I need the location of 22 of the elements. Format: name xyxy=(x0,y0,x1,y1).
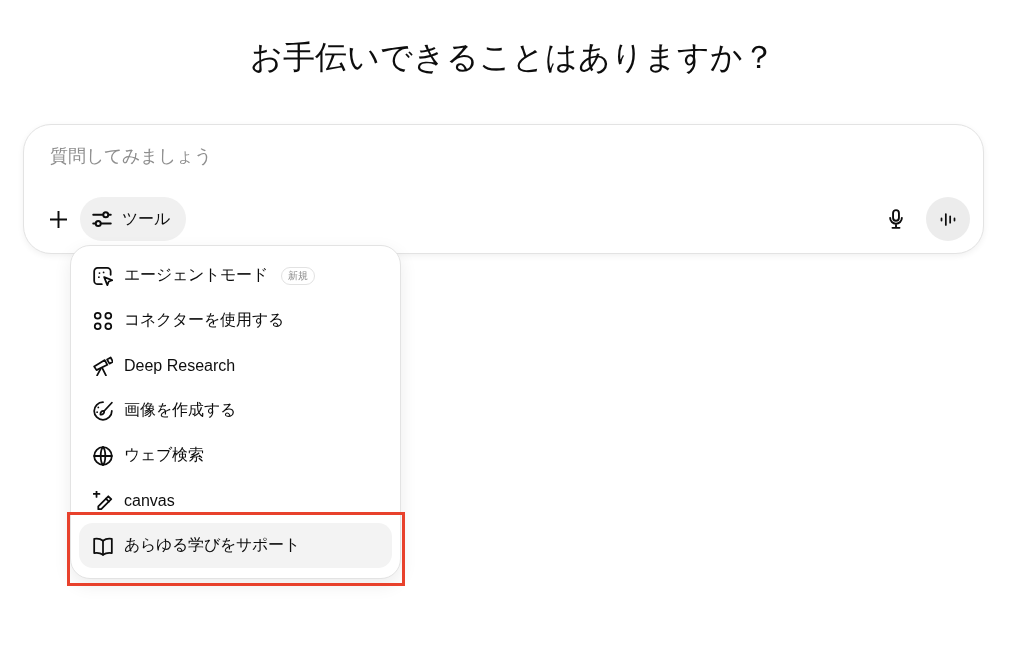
screen-cursor-icon xyxy=(93,265,113,286)
menu-item[interactable]: エージェントモード 新規 xyxy=(79,253,392,298)
voice-mode-button[interactable] xyxy=(926,197,970,241)
plus-icon xyxy=(49,210,67,228)
menu-item[interactable]: 画像を作成する xyxy=(79,388,392,433)
open-book-icon xyxy=(93,535,113,556)
palette-brush-icon xyxy=(93,400,113,421)
waveform-icon xyxy=(940,212,956,226)
pencil-sparkle-icon xyxy=(93,490,113,511)
four-circles-icon xyxy=(93,310,113,331)
globe-icon xyxy=(93,445,113,466)
page-heading: お手伝いできることはありますか？ xyxy=(248,38,776,77)
prompt-input[interactable]: 質問してみましょう xyxy=(37,141,970,171)
menu-item[interactable]: あらゆる学びをサポート xyxy=(79,523,392,568)
sliders-icon xyxy=(92,209,112,229)
menu-item[interactable]: ウェブ検索 xyxy=(79,433,392,478)
menu-item[interactable]: Deep Research xyxy=(79,343,392,388)
menu-item[interactable]: canvas xyxy=(79,478,392,523)
telescope-icon xyxy=(93,355,113,376)
microphone-icon xyxy=(886,209,906,229)
tools-button[interactable]: ツール xyxy=(80,197,186,241)
menu-item[interactable]: コネクターを使用する xyxy=(79,298,392,343)
